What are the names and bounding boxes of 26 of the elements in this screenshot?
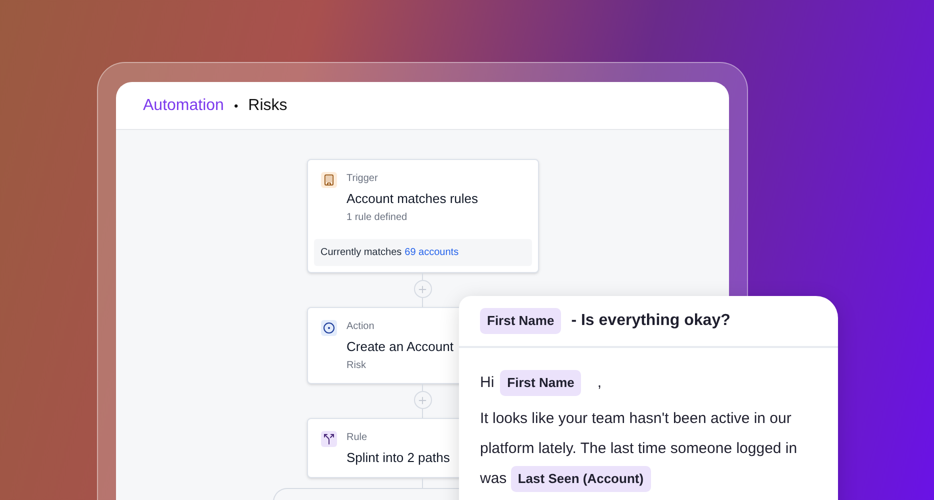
accounts-link[interactable]: 69 accounts [404,245,459,260]
step-title: Splint into 2 paths [346,449,450,467]
building-icon [320,172,336,188]
variable-tag: First Name [500,370,582,396]
step-title: Account matches rules [346,190,478,208]
breadcrumb-separator: • [234,98,238,114]
step-type: Action [346,320,376,334]
plus-icon [417,394,428,406]
variable-tag: First Name [480,308,562,334]
target-icon [320,320,336,336]
plus-icon [417,284,428,294]
match-text: Currently matches [320,246,402,260]
add-step-button[interactable] [414,280,432,298]
page-title: Risks [248,96,288,116]
add-step-button[interactable] [414,391,432,409]
breadcrumb-link[interactable]: Automation [143,94,224,118]
step-subtitle: 1 rule defined [346,211,408,225]
step-type: Trigger [346,172,379,186]
step-card[interactable]: Trigger Account matches rules 1 rule defined Currently matches 69 accounts [306,159,538,273]
step-title: Create an Account [346,338,454,356]
step-type: Rule [346,431,368,445]
email-subject: - Is everything okay? [571,311,730,331]
variable-tag: Last Seen (Account) [510,466,651,492]
comma: , [597,372,602,393]
split-icon [320,431,336,447]
step-subtitle: Risk [346,359,367,373]
